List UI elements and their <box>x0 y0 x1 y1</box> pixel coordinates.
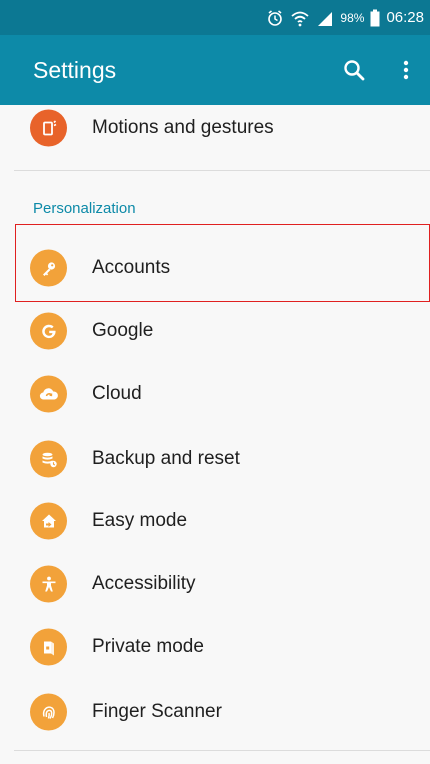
clock: 06:28 <box>386 9 424 26</box>
alarm-icon <box>266 9 284 27</box>
wifi-icon <box>290 9 310 27</box>
accessibility-icon <box>30 565 67 603</box>
list-item-finger-scanner[interactable]: Finger Scanner <box>0 682 430 742</box>
divider <box>14 750 430 751</box>
status-bar: 98% 06:28 <box>0 0 430 35</box>
google-icon <box>30 312 67 350</box>
list-item-label: Backup and reset <box>92 448 240 469</box>
easy-mode-icon <box>30 502 67 540</box>
backup-icon <box>30 440 67 478</box>
app-bar: Settings <box>0 35 430 105</box>
list-item-label: Motions and gestures <box>92 117 274 138</box>
cloud-icon <box>30 375 67 413</box>
list-item-label: Google <box>92 320 154 341</box>
list-item-cloud[interactable]: Cloud <box>0 364 430 424</box>
list-item-label: Accounts <box>92 257 171 278</box>
key-icon <box>30 249 67 287</box>
more-vertical-icon <box>403 60 409 80</box>
list-item-label: Accessibility <box>92 573 196 594</box>
battery-percent: 98% <box>340 10 365 25</box>
list-item-easy-mode[interactable]: Easy mode <box>0 491 430 551</box>
list-item-motions-and-gestures[interactable]: Motions and gestures <box>0 98 430 158</box>
battery-icon <box>370 9 380 27</box>
search-button[interactable] <box>334 50 374 90</box>
private-mode-icon <box>30 628 67 666</box>
page-title: Settings <box>33 56 117 83</box>
list-item-google[interactable]: Google <box>0 301 430 361</box>
divider <box>14 170 430 171</box>
list-item-label: Private mode <box>92 636 204 657</box>
fingerprint-icon <box>30 693 67 731</box>
list-item-accessibility[interactable]: Accessibility <box>0 554 430 614</box>
motions-icon <box>30 109 67 147</box>
list-item-private-mode[interactable]: Private mode <box>0 617 430 677</box>
more-options-button[interactable] <box>386 50 426 90</box>
list-item-backup-and-reset[interactable]: Backup and reset <box>0 429 430 489</box>
search-icon <box>344 60 365 81</box>
list-item-label: Cloud <box>92 383 142 404</box>
list-item-label: Finger Scanner <box>92 701 222 722</box>
list-item-label: Easy mode <box>92 510 188 531</box>
section-header-personalization: Personalization <box>33 200 136 217</box>
signal-icon <box>316 9 334 27</box>
list-item-accounts[interactable]: Accounts <box>0 238 430 298</box>
